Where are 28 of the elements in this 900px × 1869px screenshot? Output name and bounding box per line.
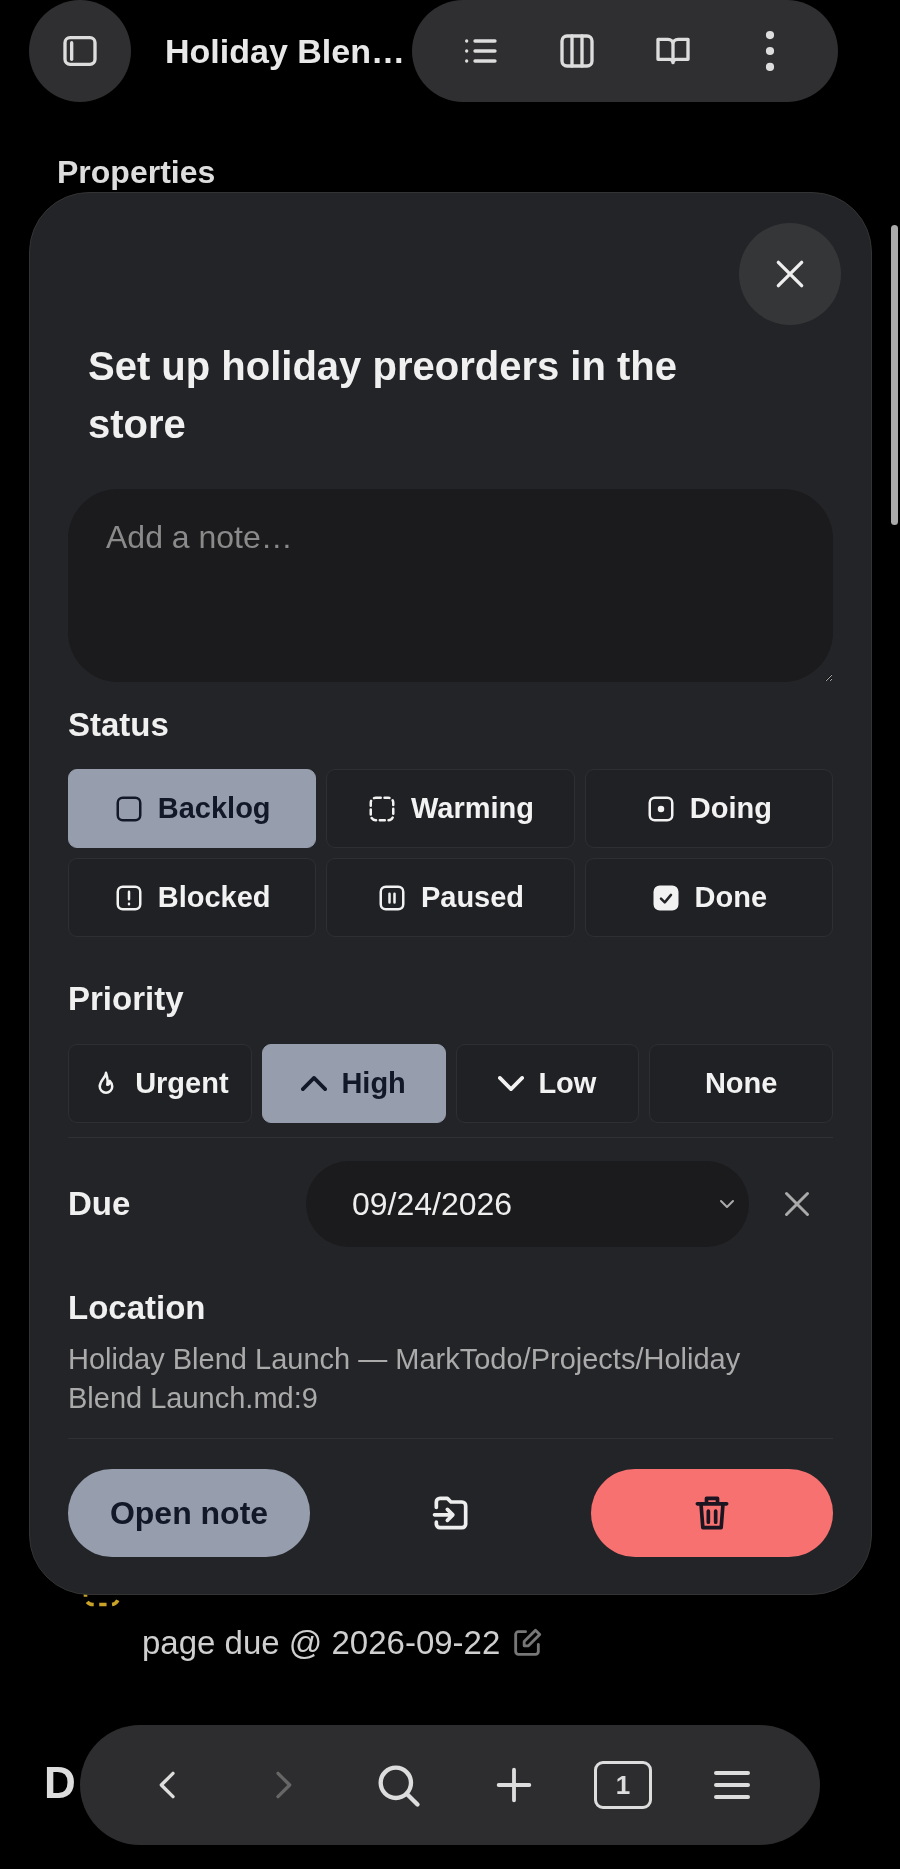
status-option[interactable]: Warming bbox=[326, 769, 575, 848]
dialog-title: Set up holiday preorders in the store bbox=[88, 343, 678, 448]
location-path: Holiday Blend Launch — MarkTodo/Projects/Holiday Blend Launch.md:9 bbox=[68, 1342, 742, 1416]
open-note-button[interactable]: Open note bbox=[68, 1469, 310, 1557]
status-option[interactable]: Done bbox=[584, 858, 833, 937]
scrollbar[interactable] bbox=[891, 225, 898, 525]
status-option[interactable]: Backlog bbox=[68, 769, 317, 848]
status-option[interactable]: Doing bbox=[584, 769, 833, 848]
field-label: Status bbox=[68, 705, 170, 745]
tabs-button[interactable]: 1 bbox=[593, 1761, 652, 1809]
field-label: Due bbox=[68, 1185, 132, 1223]
task-text: page due @ 2026-09-22 bbox=[142, 1623, 501, 1663]
page-title: Holiday Blen… bbox=[165, 31, 405, 71]
more-icon bbox=[764, 31, 775, 71]
priority-option[interactable]: Urgent bbox=[68, 1044, 252, 1123]
note-field[interactable]: Add a note… bbox=[68, 489, 833, 682]
section-heading: Properties bbox=[57, 153, 217, 192]
priority-option[interactable]: Low bbox=[455, 1044, 640, 1123]
field-label: Priority bbox=[68, 979, 185, 1019]
chevron-down-icon bbox=[498, 1076, 525, 1091]
date-field[interactable]: 09/24/2026 bbox=[306, 1161, 749, 1247]
chevron-up-icon bbox=[301, 1076, 328, 1091]
field-label: Location bbox=[68, 1288, 207, 1328]
status-option[interactable]: Paused bbox=[326, 858, 575, 937]
priority-option[interactable]: High bbox=[261, 1044, 446, 1123]
status-option[interactable]: Blocked bbox=[68, 858, 317, 937]
section-heading: D bbox=[44, 1758, 76, 1808]
priority-option[interactable]: None bbox=[649, 1044, 833, 1123]
